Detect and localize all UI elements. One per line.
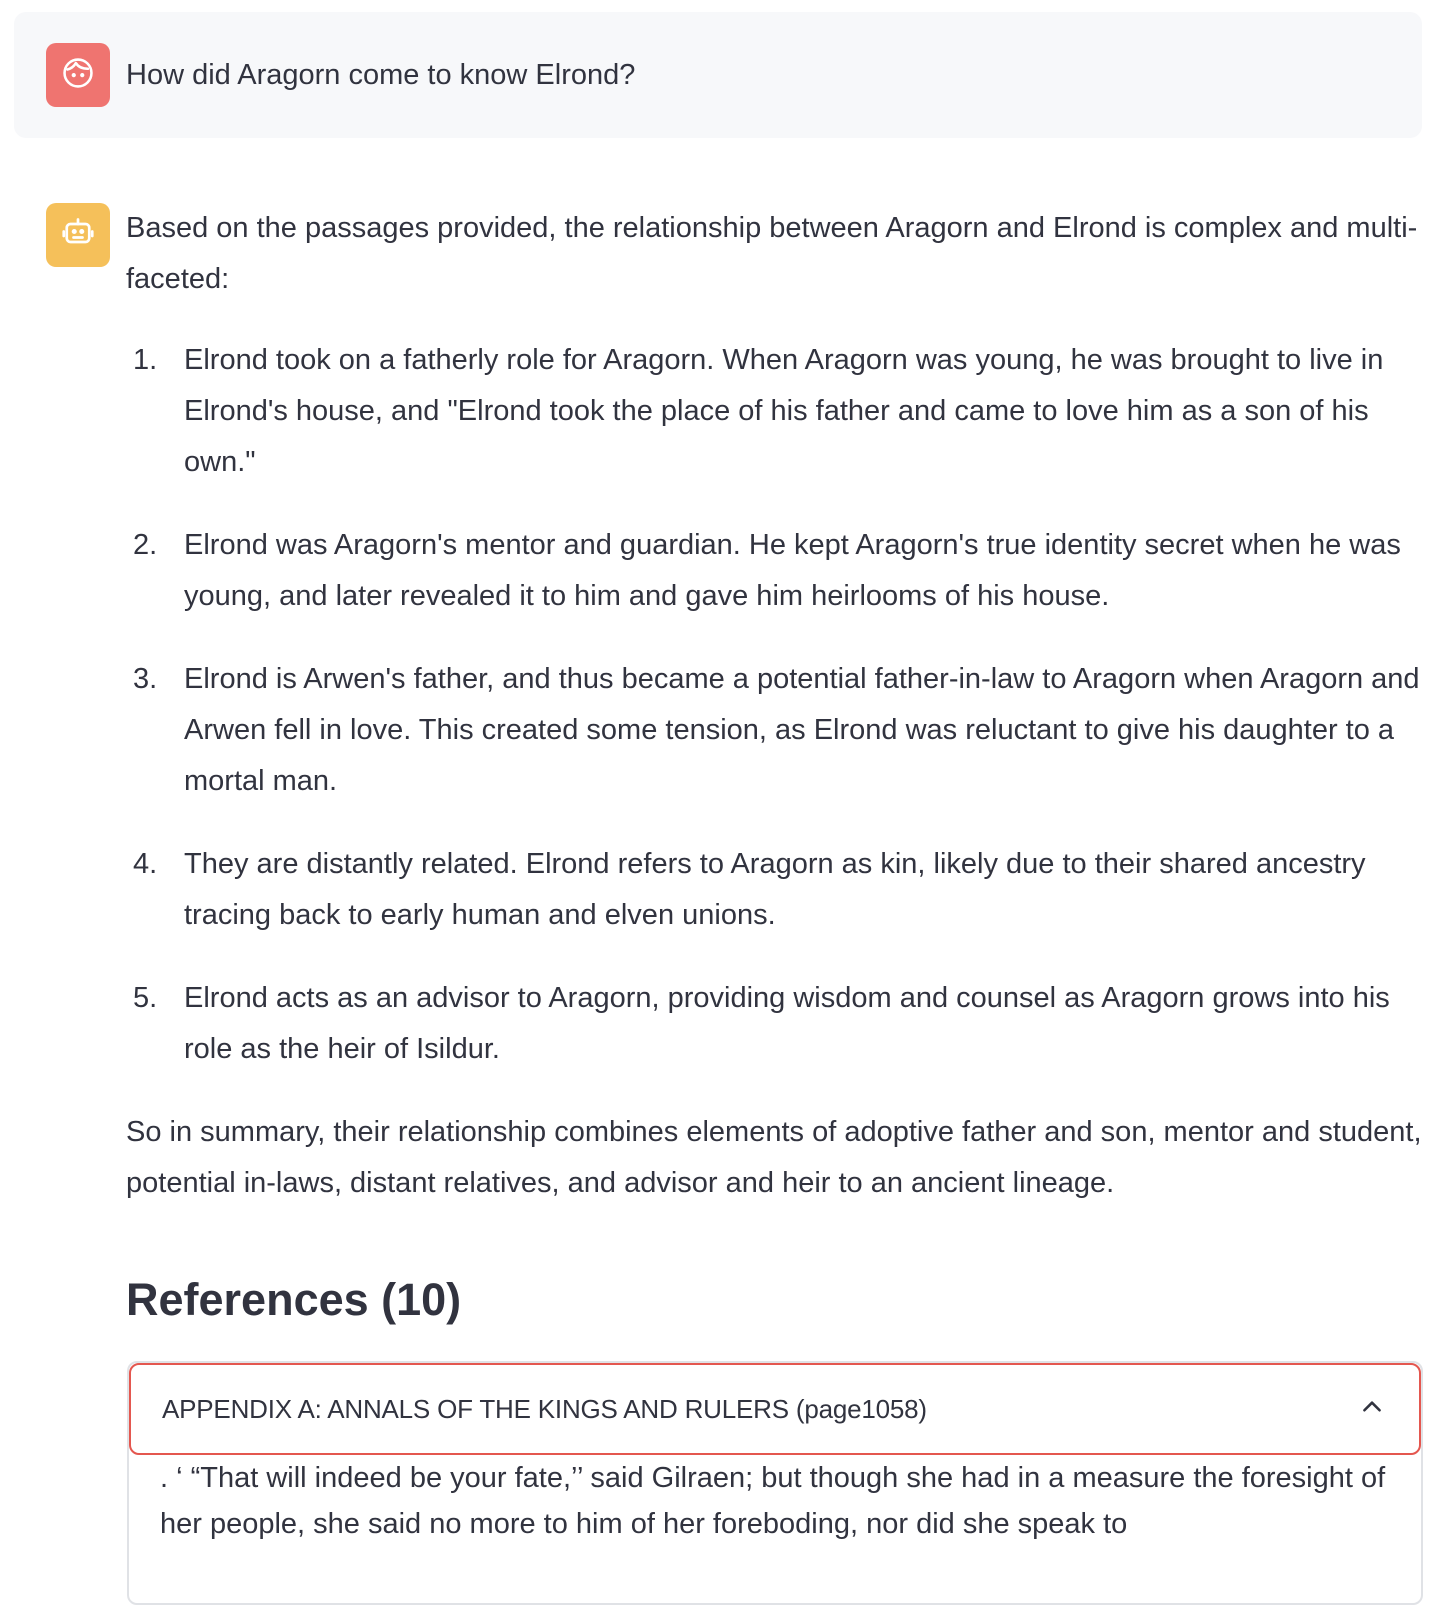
list-item-text: They are distantly related. Elrond refer… [184, 848, 1366, 931]
list-item-number: 1. [133, 344, 158, 376]
robot-icon [60, 215, 96, 256]
list-item-number: 3. [133, 663, 158, 695]
reference-expander-header[interactable]: APPENDIX A: ANNALS OF THE KINGS AND RULE… [129, 1363, 1421, 1455]
list-item: 1. Elrond took on a fatherly role for Ar… [126, 335, 1422, 488]
references-heading: References (10) [126, 1274, 462, 1325]
list-item-number: 4. [133, 848, 158, 880]
list-item: 5. Elrond acts as an advisor to Aragorn,… [126, 973, 1422, 1075]
face-icon [61, 56, 95, 95]
assistant-intro: Based on the passages provided, the rela… [126, 212, 1418, 295]
reference-excerpt: . ‘ “That will indeed be your fate,’’ sa… [160, 1462, 1386, 1540]
list-item-text: Elrond was Aragorn's mentor and guardian… [184, 529, 1401, 612]
reference-expander: APPENDIX A: ANNALS OF THE KINGS AND RULE… [127, 1361, 1423, 1605]
list-item-number: 5. [133, 982, 158, 1014]
list-item-text: Elrond acts as an advisor to Aragorn, pr… [184, 982, 1390, 1065]
list-item: 3. Elrond is Arwen's father, and thus be… [126, 654, 1422, 807]
list-item-text: Elrond took on a fatherly role for Arago… [184, 344, 1384, 478]
list-item: 4. They are distantly related. Elrond re… [126, 839, 1422, 941]
relationship-list: 1. Elrond took on a fatherly role for Ar… [126, 335, 1422, 1075]
list-item: 2. Elrond was Aragorn's mentor and guard… [126, 520, 1422, 622]
chevron-up-icon[interactable] [1359, 1394, 1385, 1425]
user-avatar [46, 43, 110, 107]
user-message-text: How did Aragorn come to know Elrond? [126, 59, 636, 91]
assistant-summary: So in summary, their relationship combin… [126, 1116, 1422, 1199]
reference-title: APPENDIX A: ANNALS OF THE KINGS AND RULE… [162, 1393, 927, 1424]
list-item-text: Elrond is Arwen's father, and thus becam… [184, 663, 1420, 797]
assistant-message: Based on the passages provided, the rela… [126, 203, 1422, 1209]
assistant-avatar [46, 203, 110, 267]
user-message: How did Aragorn come to know Elrond? [14, 12, 1422, 138]
list-item-number: 2. [133, 529, 158, 561]
